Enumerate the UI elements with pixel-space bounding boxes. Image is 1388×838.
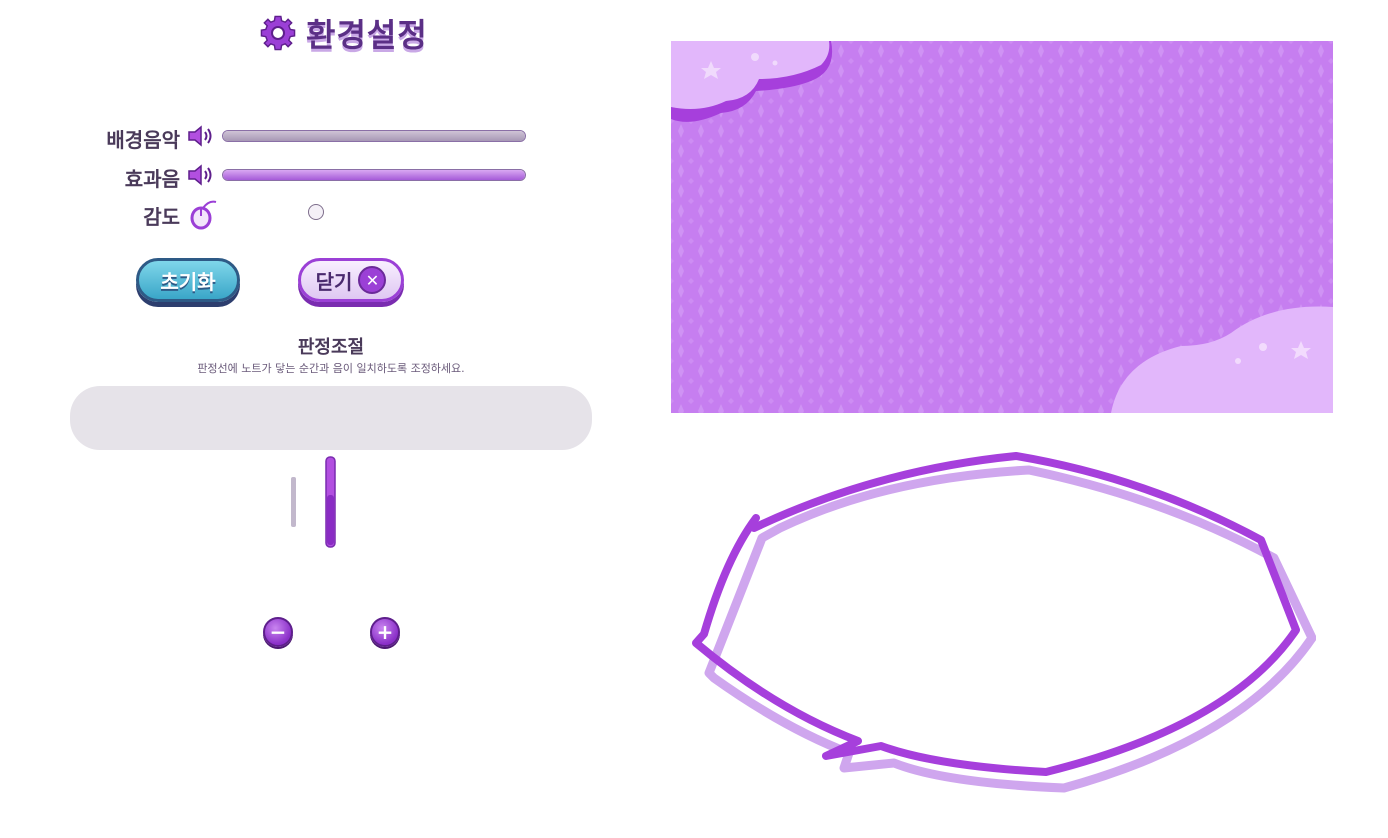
reset-button-label: 초기화 bbox=[160, 269, 216, 294]
judgement-increase-button[interactable]: + bbox=[370, 617, 400, 647]
gear-icon bbox=[260, 15, 296, 51]
reset-button[interactable]: 초기화 bbox=[136, 258, 240, 302]
settings-title: 환경설정 bbox=[258, 10, 428, 56]
close-button-label: 닫기 bbox=[315, 269, 353, 294]
decorative-frame bbox=[692, 452, 1316, 793]
judgement-description: 판정선에 노트가 닿는 순간과 음이 일치하도록 조정하세요. bbox=[197, 362, 465, 375]
sensitivity-knob[interactable] bbox=[307, 204, 324, 220]
close-button[interactable]: 닫기 ✕ bbox=[298, 258, 404, 302]
bgm-volume-fill bbox=[223, 131, 525, 141]
mouse-icon bbox=[190, 200, 217, 230]
bgm-label: 배경음악 bbox=[106, 128, 180, 152]
speaker-icon[interactable] bbox=[187, 124, 217, 148]
sfx-volume-slider[interactable] bbox=[222, 169, 526, 181]
sfx-label: 효과음 bbox=[124, 167, 180, 191]
plus-icon: + bbox=[376, 620, 394, 644]
background-panel bbox=[671, 41, 1333, 413]
speaker-icon[interactable] bbox=[187, 163, 217, 187]
judgement-title: 판정조절 bbox=[297, 337, 365, 358]
judgement-track bbox=[70, 386, 592, 450]
judgement-decrease-button[interactable]: − bbox=[263, 617, 293, 647]
sfx-volume-fill bbox=[223, 170, 525, 180]
pattern-background bbox=[671, 41, 1333, 413]
reference-line bbox=[291, 477, 296, 527]
sensitivity-label: 감도 bbox=[143, 205, 180, 229]
minus-icon: − bbox=[269, 620, 287, 644]
judgement-line-indicator bbox=[291, 456, 336, 548]
page-title: 환경설정 bbox=[306, 16, 428, 54]
close-icon: ✕ bbox=[358, 266, 387, 294]
sensitivity-slider[interactable] bbox=[222, 203, 524, 221]
bgm-volume-slider[interactable] bbox=[222, 130, 526, 142]
judgement-line-shade bbox=[327, 495, 334, 545]
